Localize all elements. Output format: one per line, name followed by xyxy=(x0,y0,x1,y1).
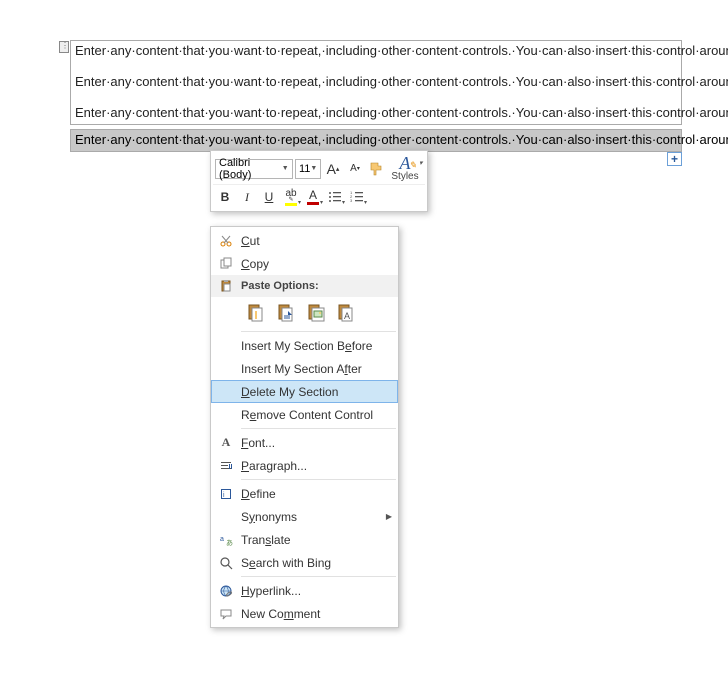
paragraph-text[interactable]: Enter·any·content·that·you·want·to·repea… xyxy=(75,105,677,122)
chevron-down-icon[interactable]: ▼ xyxy=(310,165,317,172)
chevron-right-icon: ▶ xyxy=(382,512,392,521)
cut-menuitem[interactable]: Cut xyxy=(211,229,398,252)
insert-before-menuitem[interactable]: Insert My Section Before xyxy=(211,334,398,357)
search-icon xyxy=(215,556,237,570)
context-menu: Cut Copy Paste Options: A Insert My Sect… xyxy=(210,226,399,628)
delete-section-menuitem[interactable]: Delete My Section xyxy=(211,380,398,403)
paste-options-header: Paste Options: xyxy=(211,275,398,297)
paste-merge-button[interactable] xyxy=(275,301,299,325)
selected-content-control[interactable]: Enter·any·content·that·you·want·to·repea… xyxy=(70,129,682,152)
paragraph-text[interactable]: Enter·any·content·that·you·want·to·repea… xyxy=(75,74,677,91)
paste-text-only-button[interactable]: A xyxy=(335,301,359,325)
bold-button[interactable]: B xyxy=(215,187,235,207)
grow-font-button[interactable]: A▴ xyxy=(323,159,343,179)
font-menuitem[interactable]: A Font... xyxy=(211,431,398,454)
paste-keep-source-button[interactable] xyxy=(245,301,269,325)
link-icon xyxy=(215,584,237,598)
paragraph-icon xyxy=(215,459,237,473)
paragraph-menuitem[interactable]: Paragraph... xyxy=(211,454,398,477)
paragraph-text-selected[interactable]: Enter·any·content·that·you·want·to·repea… xyxy=(71,130,681,151)
paste-picture-button[interactable] xyxy=(305,301,329,325)
paragraph-text[interactable]: Enter·any·content·that·you·want·to·repea… xyxy=(75,43,677,60)
mini-toolbar: Calibri (Body) ▼ 11 ▼ A▴ A▾ A✎▾ Styles B… xyxy=(210,150,428,212)
hyperlink-menuitem[interactable]: Hyperlink... xyxy=(211,579,398,602)
italic-button[interactable]: I xyxy=(237,187,257,207)
translate-menuitem[interactable]: aあ Translate xyxy=(211,528,398,551)
font-name-value: Calibri (Body) xyxy=(219,157,282,181)
define-icon: i xyxy=(215,487,237,501)
font-color-button[interactable]: A ▾ xyxy=(303,187,323,207)
translate-icon: aあ xyxy=(215,533,237,547)
clipboard-icon xyxy=(215,279,237,293)
brush-icon: ✎ xyxy=(409,157,417,173)
underline-button[interactable]: U xyxy=(259,187,279,207)
content-control-handle-icon[interactable] xyxy=(59,41,69,53)
font-icon: A xyxy=(215,435,237,450)
menu-separator xyxy=(241,428,396,429)
menu-separator xyxy=(241,479,396,480)
add-section-button[interactable]: + xyxy=(667,152,682,166)
remove-content-control-menuitem[interactable]: Remove Content Control xyxy=(211,403,398,426)
insert-after-menuitem[interactable]: Insert My Section After xyxy=(211,357,398,380)
paste-options-row: A xyxy=(211,297,398,329)
copy-menuitem[interactable]: Copy xyxy=(211,252,398,275)
shrink-font-button[interactable]: A▾ xyxy=(345,159,365,179)
svg-text:A: A xyxy=(344,311,350,321)
font-name-combo[interactable]: Calibri (Body) ▼ xyxy=(215,159,293,179)
search-bing-menuitem[interactable]: Search with Bing xyxy=(211,551,398,574)
menu-separator xyxy=(241,576,396,577)
define-menuitem[interactable]: i Define xyxy=(211,482,398,505)
scissors-icon xyxy=(215,234,237,248)
menu-separator xyxy=(241,331,396,332)
new-comment-menuitem[interactable]: New Comment xyxy=(211,602,398,625)
paste-options-label: Paste Options: xyxy=(237,280,392,292)
synonyms-menuitem[interactable]: Synonyms ▶ xyxy=(211,505,398,528)
document-body: Enter·any·content·that·you·want·to·repea… xyxy=(70,40,682,152)
copy-icon xyxy=(215,257,237,271)
svg-text:あ: あ xyxy=(226,539,233,547)
highlight-button[interactable]: ab ✎ ▾ xyxy=(281,187,301,207)
chevron-down-icon[interactable]: ▼ xyxy=(282,165,290,172)
format-painter-button[interactable] xyxy=(367,159,385,179)
font-size-value: 11 xyxy=(299,163,310,175)
comment-icon xyxy=(215,607,237,621)
numbering-button[interactable]: 123 ▾ xyxy=(347,187,367,207)
svg-text:3: 3 xyxy=(350,198,353,203)
styles-button[interactable]: A✎▾ Styles xyxy=(387,155,423,182)
bullets-button[interactable]: ▾ xyxy=(325,187,345,207)
svg-text:a: a xyxy=(220,536,224,543)
content-control-block[interactable]: Enter·any·content·that·you·want·to·repea… xyxy=(70,40,682,125)
font-size-combo[interactable]: 11 ▼ xyxy=(295,159,321,179)
